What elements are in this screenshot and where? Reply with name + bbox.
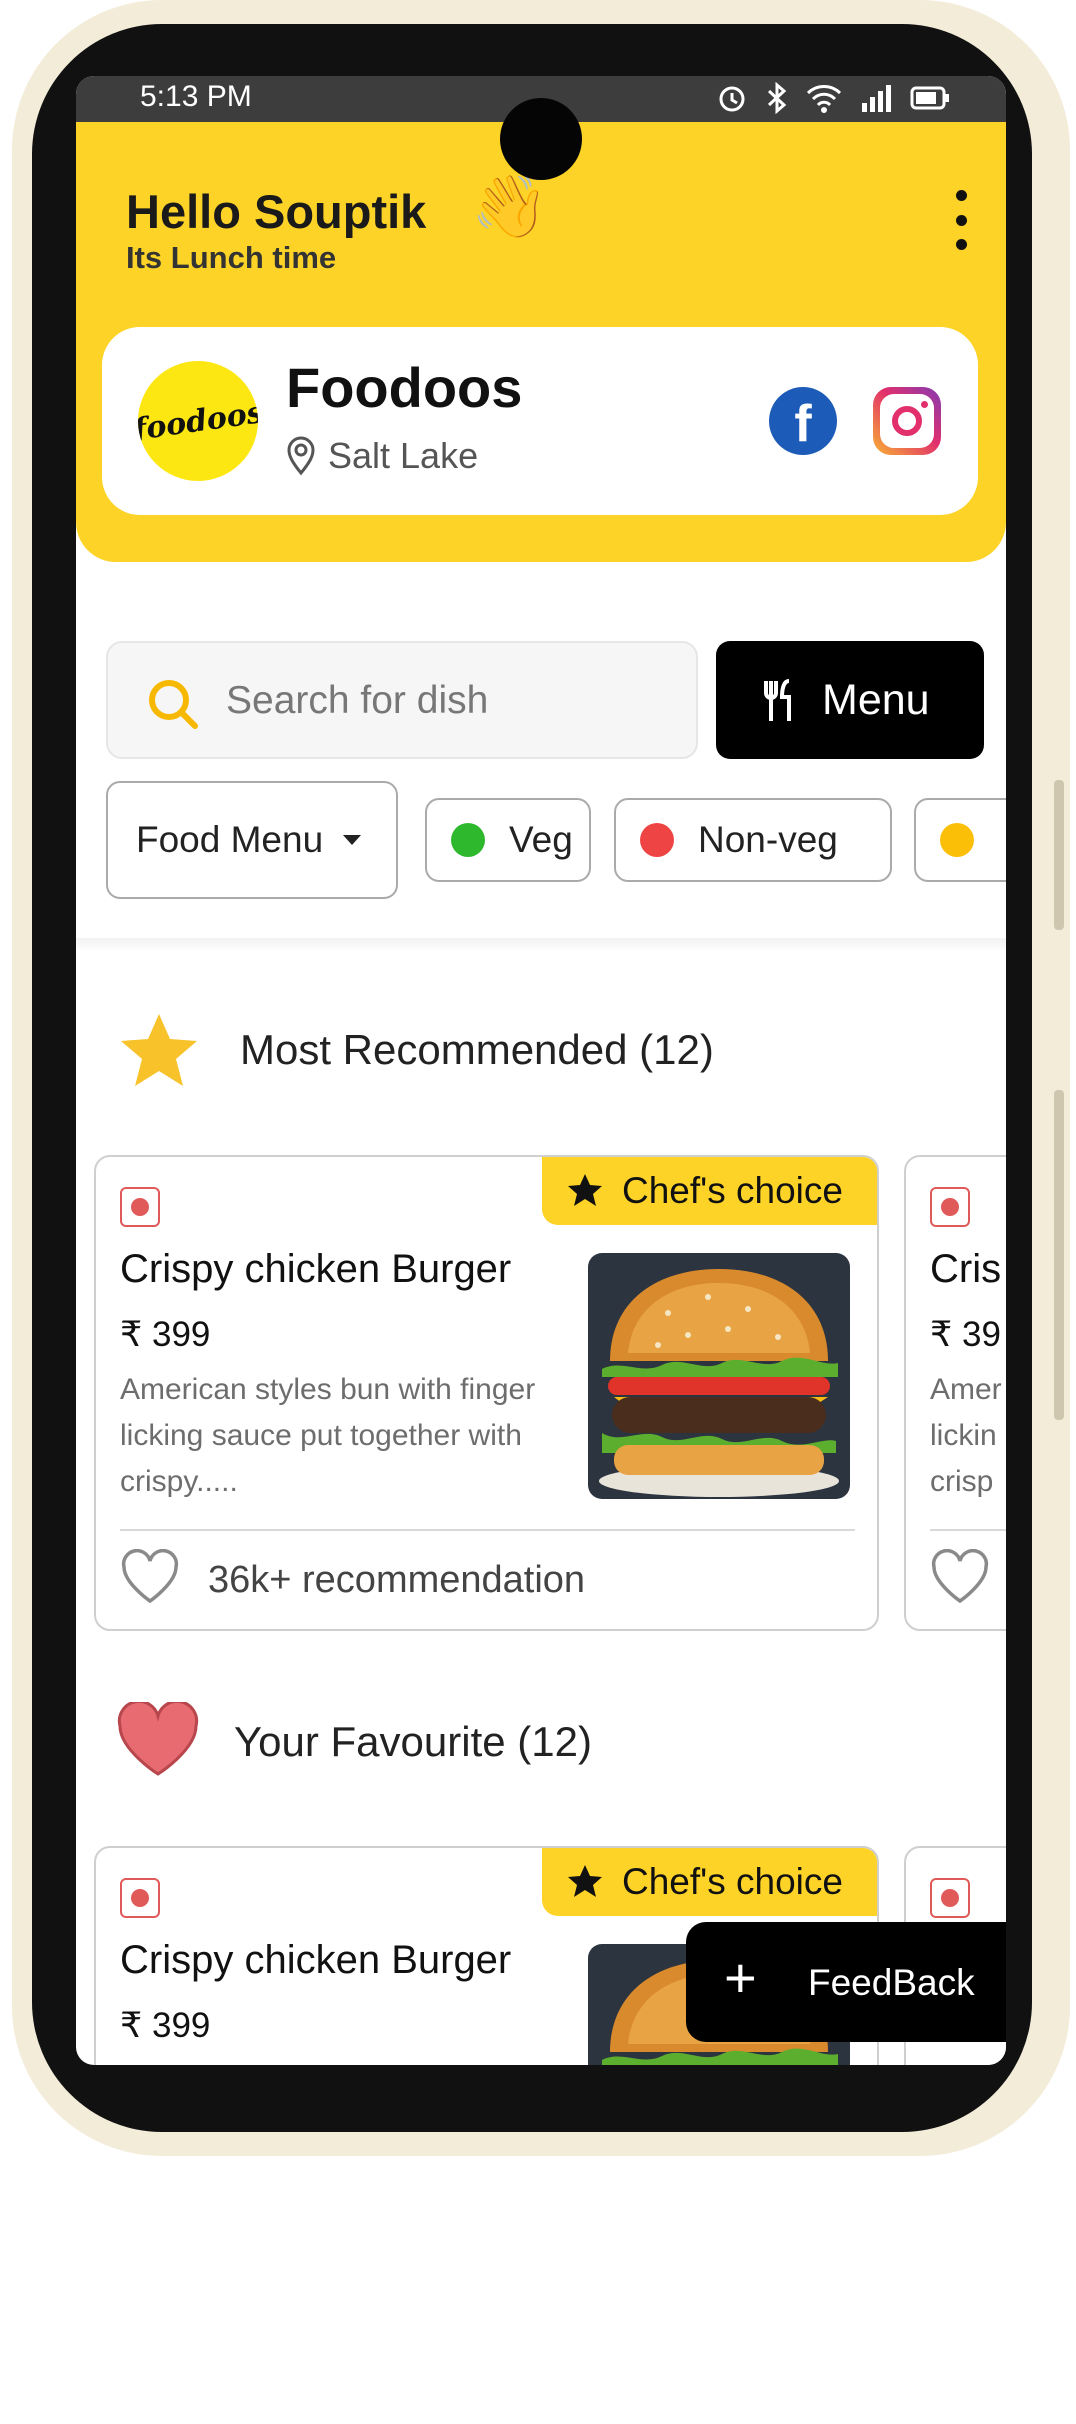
location-pin-icon (287, 436, 315, 476)
feedback-button[interactable]: + FeedBack (686, 1922, 1006, 2042)
chefs-choice-badge: Chef's choice (542, 1157, 877, 1225)
battery-icon (910, 86, 949, 110)
heart-outline-icon[interactable] (120, 1549, 180, 1605)
greeting-title: Hello Souptik (126, 185, 427, 238)
heart-icon (117, 1702, 199, 1776)
nonveg-mark-icon (930, 1878, 970, 1918)
dish-card[interactable]: Chef's choice Crispy chicken Burger ₹ 39… (94, 1155, 879, 1631)
restaurant-name: Foodoos (286, 356, 523, 419)
status-icons (716, 82, 950, 114)
dish-title: Crispy chicken Burger (120, 1247, 512, 1291)
kebab-menu-icon[interactable] (950, 190, 972, 250)
restaurant-logo: foodoos (138, 361, 258, 481)
front-camera (500, 98, 582, 180)
star-icon (121, 1014, 197, 1086)
app-screen: 5:13 PM Hello Souptik 👋 Its Lunch time f… (76, 76, 1006, 2065)
recommended-section-title: Most Recommended (12) (240, 1026, 714, 1073)
volume-button (1054, 780, 1064, 930)
filter-chip-nonveg[interactable]: Non-veg (614, 798, 892, 882)
burger-image (588, 1253, 850, 1499)
dish-price: ₹ 399 (120, 2006, 211, 2045)
cutlery-icon (764, 679, 791, 721)
location-label: Salt Lake (328, 435, 479, 476)
feedback-label: FeedBack (808, 1962, 975, 2003)
bluetooth-icon (767, 82, 787, 114)
filter-chip-veg[interactable]: Veg (425, 798, 591, 882)
instagram-icon[interactable] (873, 387, 941, 455)
restaurant-location[interactable]: Salt Lake (286, 435, 478, 477)
header-banner: Hello Souptik 👋 Its Lunch time foodoos F… (76, 122, 1006, 562)
search-input[interactable]: Search for dish (106, 641, 698, 759)
food-menu-dropdown[interactable]: Food Menu (106, 781, 398, 899)
dish-title: Cris (930, 1247, 1002, 1291)
egg-dot-icon (940, 823, 974, 857)
caret-down-icon (343, 835, 362, 845)
dish-card-peek[interactable]: Cris ₹ 39 Amer lickin crisp (904, 1155, 1006, 1631)
signal-icon (862, 85, 891, 112)
restaurant-card: foodoos Foodoos Salt Lake f (102, 327, 978, 515)
greeting-subtitle: Its Lunch time (126, 240, 337, 275)
star-icon (568, 1865, 602, 1897)
wifi-icon (806, 85, 842, 113)
heart-outline-icon[interactable] (930, 1549, 990, 1605)
search-icon (149, 680, 198, 729)
card-separator (930, 1529, 1006, 1531)
section-divider (76, 938, 1006, 952)
menu-button-label: Menu (822, 676, 930, 724)
plus-icon: + (724, 1946, 757, 2009)
nonveg-dot-icon (640, 823, 674, 857)
chefs-choice-badge: Chef's choice (542, 1848, 877, 1916)
food-menu-label: Food Menu (136, 819, 324, 860)
star-icon (568, 1174, 602, 1206)
nonveg-label: Non-veg (698, 819, 838, 860)
dish-description: Amer lickin crisp (930, 1373, 1002, 1498)
menu-button[interactable]: Menu (716, 641, 984, 759)
dish-description: American styles bun with finger licking … (120, 1373, 536, 1498)
dish-price: ₹ 399 (120, 1315, 211, 1354)
dish-title: Crispy chicken Burger (120, 1938, 512, 1982)
alarm-icon (719, 86, 745, 112)
status-time: 5:13 PM (140, 80, 252, 113)
veg-dot-icon (451, 823, 485, 857)
favourite-section-title: Your Favourite (12) (234, 1718, 592, 1765)
card-separator (120, 1529, 855, 1531)
power-button (1054, 1090, 1064, 1420)
veg-label: Veg (509, 819, 573, 860)
facebook-icon[interactable]: f (769, 387, 837, 455)
search-placeholder: Search for dish (226, 679, 489, 722)
recommendation-count: 36k+ recommendation (208, 1559, 586, 1601)
nonveg-mark-icon (120, 1878, 160, 1918)
nonveg-mark-icon (930, 1187, 970, 1227)
dish-price: ₹ 39 (930, 1315, 1001, 1354)
nonveg-mark-icon (120, 1187, 160, 1227)
filter-chip-egg[interactable] (914, 798, 1006, 882)
waving-hand-icon: 👋 (471, 172, 549, 241)
